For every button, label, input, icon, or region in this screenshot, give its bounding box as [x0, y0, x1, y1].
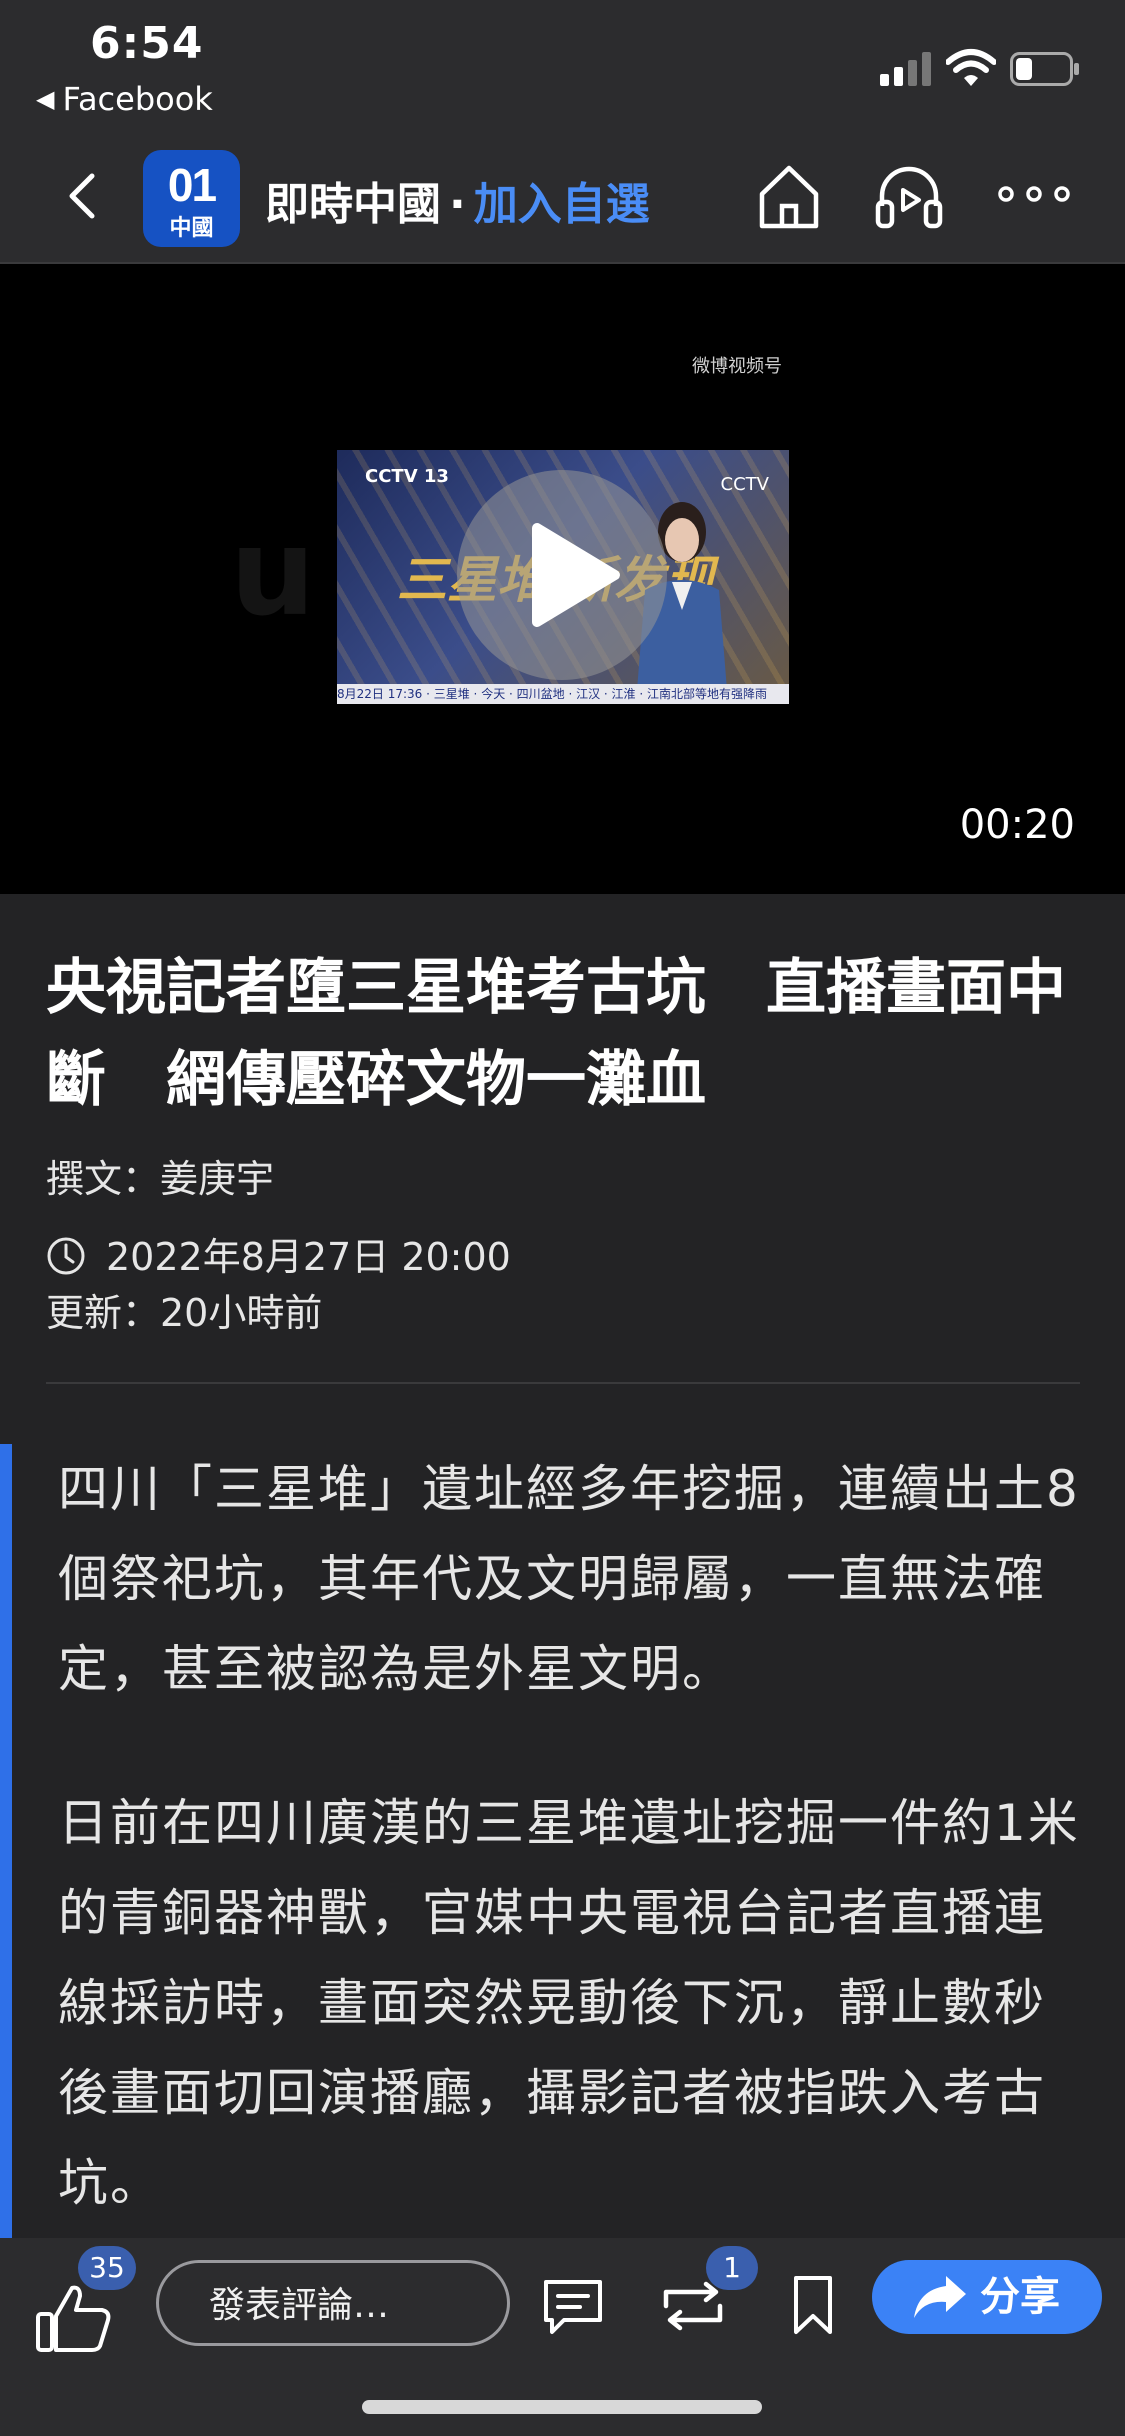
- article-paragraph: 四川「三星堆」遺址經多年挖掘，連續出土8個祭祀坑，其年代及文明歸屬，一直無法確定…: [58, 1460, 1080, 1698]
- status-bar: 6:54 ◀ Facebook: [0, 0, 1125, 130]
- like-count-badge: 35: [78, 2246, 136, 2290]
- article-date-row: 2022年8月27日 20:00: [46, 1226, 511, 1281]
- back-chevron-icon[interactable]: [60, 170, 108, 222]
- share-label: 分享: [980, 2274, 1060, 2320]
- video-duration: 00:20: [959, 802, 1075, 848]
- channel-title: 即時中國 · 加入自選: [265, 168, 650, 232]
- header-divider: [46, 1382, 1080, 1384]
- back-app-label: Facebook: [62, 80, 213, 118]
- weibo-watermark: 微博视频号: [692, 356, 782, 377]
- battery-icon: [1010, 52, 1079, 86]
- quote-bar: [0, 1444, 12, 2240]
- channel-name[interactable]: 即時中國: [265, 179, 441, 230]
- thumbnail-channel-logo: CCTV 13: [365, 466, 449, 487]
- comment-input[interactable]: 發表評論…: [156, 2260, 510, 2346]
- article-date: 2022年8月27日 20:00: [106, 1235, 511, 1279]
- logo-sub-text: 中國: [169, 216, 214, 241]
- home-icon[interactable]: [756, 162, 822, 232]
- signal-icon: [880, 52, 931, 86]
- article-page: 6:54 ◀ Facebook 01 中國 即時中國 · 加入自選 微博视频号 …: [0, 0, 1125, 2436]
- separator-dot: ·: [449, 179, 466, 230]
- follow-button[interactable]: 加入自選: [474, 179, 650, 230]
- comments-icon[interactable]: [540, 2276, 606, 2336]
- home-indicator[interactable]: [362, 2400, 762, 2414]
- back-to-app-link[interactable]: ◀ Facebook: [36, 80, 213, 118]
- nav-bar: 01 中國 即時中國 · 加入自選: [0, 130, 1125, 264]
- article-title: 央視記者墮三星堆考古坑 直播畫面中斷 網傳壓碎文物一灘血: [46, 953, 1066, 1115]
- share-arrow-icon: [914, 2276, 966, 2318]
- status-time: 6:54: [90, 18, 204, 69]
- wifi-icon: [946, 49, 996, 86]
- clock-icon: [47, 1237, 85, 1275]
- repost-count-badge: 1: [706, 2246, 758, 2290]
- play-icon[interactable]: [457, 470, 667, 680]
- share-button[interactable]: 分享: [872, 2260, 1102, 2334]
- bookmark-icon[interactable]: [790, 2274, 836, 2336]
- thumbs-up-icon[interactable]: [34, 2280, 114, 2356]
- article-paragraph: 日前在四川廣漢的三星堆遺址挖掘一件約1米的青銅器神獸，官媒中央電視台記者直播連線…: [58, 1794, 1080, 2212]
- video-player[interactable]: uso 微博视频号 CCTV 13 CCTV 三星堆 新发现 8月22日 17:…: [0, 264, 1125, 894]
- audio-headphone-icon[interactable]: [874, 160, 944, 232]
- channel-logo[interactable]: 01 中國: [143, 150, 240, 247]
- more-icon[interactable]: [996, 178, 1072, 210]
- back-triangle-icon: ◀: [36, 85, 55, 113]
- article-author: 撰文：姜庚宇: [46, 1157, 275, 1201]
- thumbnail-ticker: 8月22日 17:36 · 三星堆 · 今天 · 四川盆地 · 江汉 · 江淮 …: [337, 684, 789, 704]
- article-body: 四川「三星堆」遺址經多年挖掘，連續出土8個祭祀坑，其年代及文明歸屬，一直無法確定…: [58, 1444, 1088, 2292]
- logo-main-text: 01: [167, 159, 217, 211]
- article-updated: 更新：20小時前: [46, 1291, 323, 1335]
